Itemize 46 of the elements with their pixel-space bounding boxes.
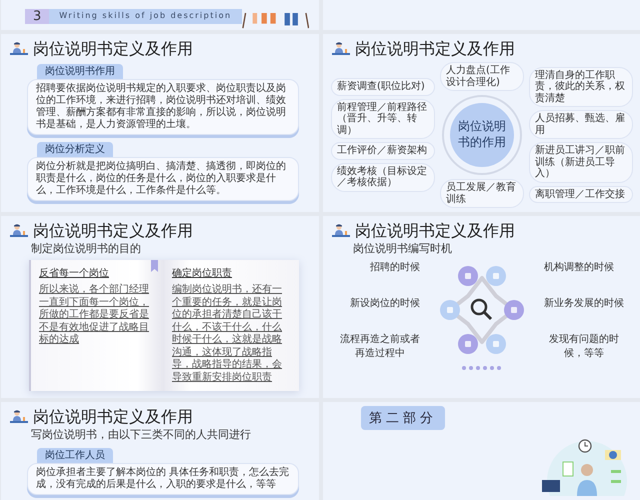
page-heading: 确定岗位职责: [172, 267, 233, 280]
person-at-desk-icon: [331, 42, 351, 56]
section-number: 3: [25, 9, 50, 24]
slide-title: 岗位说明书定义及作用: [355, 220, 515, 242]
mindmap-node: 绩效考核（目标设定／考核依据）: [331, 162, 435, 192]
slide-title: 岗位说明书定义及作用: [33, 220, 193, 242]
slide-title: 岗位说明书定义及作用: [355, 38, 515, 60]
mindmap-node: 人力盘点(工作设计合理化): [440, 62, 524, 91]
slide-title: 岗位说明书定义及作用: [33, 38, 193, 60]
card-heading: 岗位工作人员: [37, 448, 113, 463]
card-text: 招聘要依据岗位说明书规定的入职要求、岗位职责以及岗位的工作环境，来进行招聘，岗位说明书还对培训、绩效管理、薪酬方案都有非常直接的影响，所以说，岗位说明书是基础，是人力资源管理的土壤。: [27, 79, 299, 135]
mindmap-node: 离职管理／工作交接: [529, 186, 633, 204]
people-legs-drawing: [242, 12, 309, 30]
mindmap-node: 薪资调查(职位比对): [331, 78, 435, 96]
timing-label: 机构调整的时候: [544, 260, 614, 274]
card-heading: 岗位说明书作用: [37, 64, 123, 79]
mindmap-node: 新进员工讲习／职前训练（新进员工导入）: [529, 142, 633, 183]
person-at-desk-icon: [9, 42, 29, 56]
section-subtitle: Writing skills of job description: [49, 9, 242, 24]
timing-label: 发现有问题的时候，等等: [548, 332, 620, 360]
slide-subtitle: 岗位说明书编写时机: [353, 242, 453, 256]
mindmap-node: 前程管理／前程路径（晋升、升等、转调）: [331, 98, 435, 140]
page-text: 编制岗位说明书，还有一个重要的任务，就是让岗位的承担者清楚自己该干什么，不该干什么，什么时候干什么，这就是战略沟通，这体现了战略指导，战略指导的结果，会导致重新安排岗位职责: [172, 284, 283, 384]
pagination-dots: [462, 366, 502, 370]
slide-subtitle: 写岗位说明书，由以下三类不同的人共同进行: [31, 428, 252, 442]
person-at-desk-icon: [331, 224, 351, 238]
timing-label: 新设岗位的时候: [350, 296, 420, 310]
mindmap-node: 工作评价／薪资架构: [331, 142, 435, 160]
person-at-desk-icon: [9, 410, 29, 424]
page-text: 所以来说，各个部门经理一直到下面每一个岗位，所做的工作都是要反省是不是有效地促进了战略目标的达成: [39, 284, 150, 346]
mindmap-node: 人员招募、甄选、雇用: [529, 110, 633, 140]
card-text: 岗位承担者主要了解本岗位的 具体任务和职责，怎么去完成，没有完成的后果是什么，入职的要求是什么，等等: [27, 463, 299, 495]
card-heading: 岗位分析定义: [37, 142, 113, 157]
page-heading: 反省每一个岗位: [39, 267, 110, 280]
slide-title: 岗位说明书定义及作用: [33, 406, 193, 428]
person-at-desk-icon: [9, 224, 29, 238]
slide-subtitle: 制定岗位说明书的目的: [31, 242, 142, 256]
card-text: 岗位分析就是把岗位搞明白、搞清楚、搞透彻，即岗位的职责是什么，岗位的任务是什么，岗位的入职要求是什么，工作环境是什么，工作条件是什么等。: [27, 157, 299, 201]
timing-label: 流程再造之前或者再造过程中: [340, 332, 420, 360]
mindmap-node: 员工发展／教育训练: [440, 179, 524, 208]
section-label: 第二部分: [361, 406, 445, 430]
bookmark-icon: [151, 260, 158, 272]
center-node: 岗位说明书的作用: [450, 103, 514, 167]
mindmap-node: 理清自身的工作职责，彼此的关系，权责清楚: [529, 66, 633, 108]
timing-label: 招聘的时候: [370, 260, 420, 274]
timing-label: 新业务发展的时候: [544, 296, 624, 310]
